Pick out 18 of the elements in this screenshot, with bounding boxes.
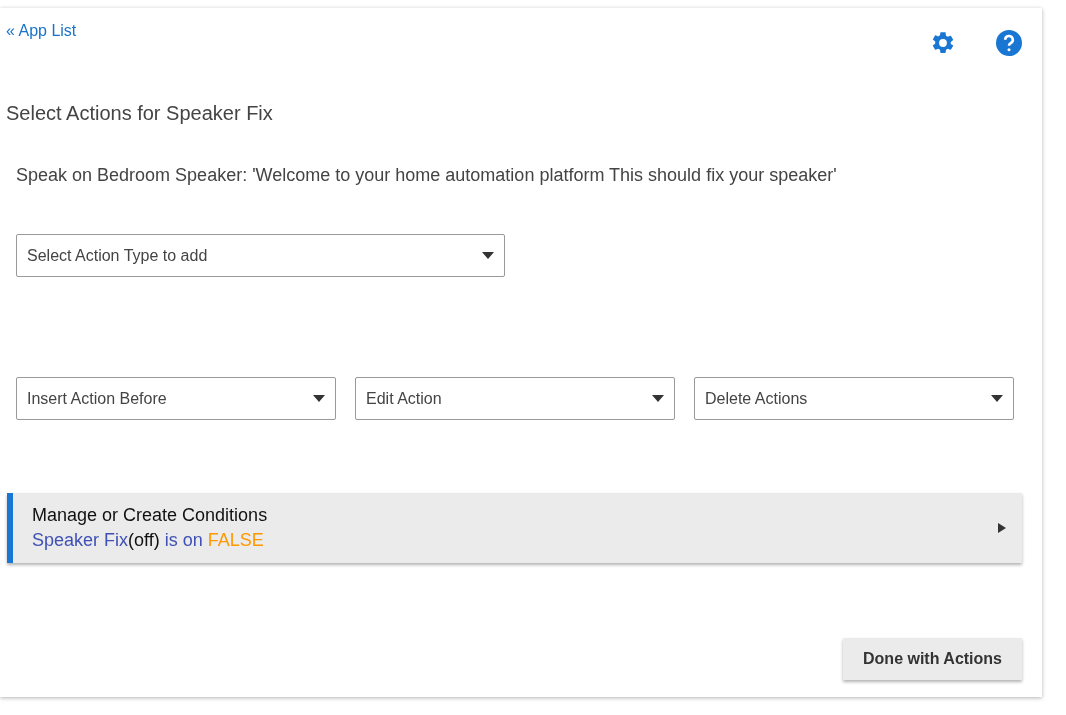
caret-icon: [482, 252, 494, 259]
help-icon[interactable]: [996, 30, 1022, 56]
action-select[interactable]: Insert Action Before: [16, 377, 336, 420]
conditions-panel[interactable]: Manage or Create Conditions Speaker Fix(off) is on FALSE: [7, 493, 1022, 563]
back-link[interactable]: « App List: [6, 22, 77, 40]
caret-icon: [652, 395, 664, 402]
condition-text: Speaker Fix(off) is on FALSE: [32, 530, 265, 551]
action-type-select[interactable]: Select Action Type to add: [16, 234, 505, 277]
action-select[interactable]: Edit Action: [355, 377, 675, 420]
caret-icon: [313, 395, 325, 402]
action-description: Speak on Bedroom Speaker: 'Welcome to your home automation platform This should fix your speaker': [16, 165, 838, 186]
panel-title: Manage or Create Conditions: [32, 505, 268, 526]
expand-arrow-icon: [998, 523, 1006, 533]
page-title: Select Actions for Speaker Fix: [6, 102, 274, 125]
done-button[interactable]: Done with Actions: [843, 638, 1022, 680]
caret-icon: [991, 395, 1003, 402]
settings-icon[interactable]: [930, 30, 956, 56]
action-select[interactable]: Delete Actions: [694, 377, 1014, 420]
